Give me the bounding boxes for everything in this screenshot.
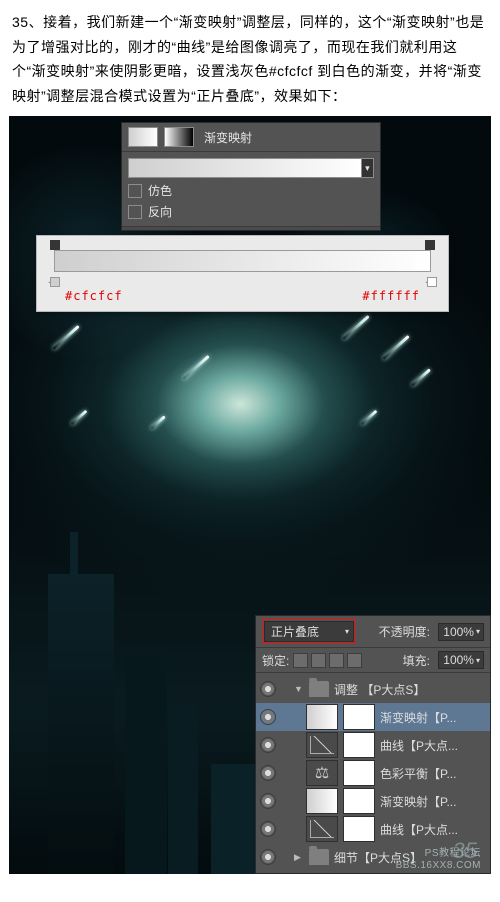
reverse-checkbox[interactable]: 反向 [128,203,374,220]
opacity-value: 100% [443,625,474,639]
gradient-picker-dropdown[interactable]: ▾ [362,158,374,178]
layer-name: 曲线【P大点... [380,821,486,838]
tutorial-step-text: 35、接着，我们新建一个“渐变映射”调整层，同样的，这个“渐变映射”也是为了增强… [0,0,500,116]
layer-row[interactable]: 渐变映射【P... [256,703,490,731]
layer-name: 渐变映射【P... [380,709,486,726]
layer-mask-thumb[interactable] [343,788,375,814]
visibility-eye-icon[interactable] [260,793,276,809]
layer-mask-thumb[interactable] [343,704,375,730]
right-hex-label: #ffffff [362,289,420,303]
chevron-down-icon: ▾ [476,627,480,636]
blend-mode-value: 正片叠底 [271,623,319,640]
layer-thumb [306,788,338,814]
layer-thumb [306,704,338,730]
layer-row[interactable]: ⚖ 色彩平衡【P... [256,759,490,787]
layer-group-row[interactable]: ▼ 调整 【P大点S】 [256,675,490,703]
visibility-eye-icon[interactable] [260,681,276,697]
lock-label: 锁定: [262,652,289,669]
visibility-eye-icon[interactable] [260,849,276,865]
opacity-stop-right[interactable] [425,240,435,250]
layer-mask-thumb[interactable] [343,816,375,842]
opacity-label: 不透明度: [379,623,430,640]
layers-panel: 正片叠底 ▾ 不透明度: 100% ▾ 锁定: 填充: [255,615,491,874]
visibility-eye-icon[interactable] [260,709,276,725]
fill-input[interactable]: 100% ▾ [438,651,484,669]
reverse-label: 反向 [148,203,172,220]
layer-row[interactable]: 渐变映射【P... [256,787,490,815]
layer-row[interactable]: 曲线【P大点... [256,731,490,759]
lock-position-icon[interactable] [329,653,344,668]
visibility-eye-icon[interactable] [260,737,276,753]
folder-icon [309,849,329,865]
folder-icon [309,681,329,697]
gradient-bar[interactable] [54,250,431,272]
blend-mode-select[interactable]: 正片叠底 ▾ [264,621,354,642]
opacity-stop-left[interactable] [50,240,60,250]
layer-mask-thumb[interactable] [343,732,375,758]
layer-name: 曲线【P大点... [380,737,486,754]
disclosure-triangle-icon[interactable]: ▼ [294,684,304,694]
checkbox-icon [128,205,142,219]
visibility-eye-icon[interactable] [260,821,276,837]
fill-label: 填充: [403,652,430,669]
dither-label: 仿色 [148,182,172,199]
layer-mask-thumb[interactable] [343,760,375,786]
opacity-input[interactable]: 100% ▾ [438,623,484,641]
color-stop-right[interactable] [425,272,437,286]
lock-all-icon[interactable] [347,653,362,668]
fill-value: 100% [443,653,474,667]
visibility-eye-icon[interactable] [260,765,276,781]
color-stop-left[interactable] [48,272,60,286]
gradient-preview[interactable] [128,158,362,178]
checkbox-icon [128,184,142,198]
gradient-editor[interactable]: #cfcfcf #ffffff [36,235,449,312]
layer-thumb [306,732,338,758]
left-hex-label: #cfcfcf [65,289,123,303]
gradient-invert-icon [164,127,194,147]
layer-thumb: ⚖ [306,760,338,786]
layer-name: 渐变映射【P... [380,793,486,810]
layer-thumb [306,816,338,842]
disclosure-triangle-icon[interactable]: ▶ [294,852,304,863]
lock-transparency-icon[interactable] [293,653,308,668]
watermark: PS教程论坛 BBS.16XX8.COM [396,848,481,872]
lock-pixels-icon[interactable] [311,653,326,668]
chevron-down-icon: ▾ [476,656,480,665]
gradient-map-title: 渐变映射 [204,129,252,146]
dither-checkbox[interactable]: 仿色 [128,182,374,199]
gradient-map-panel: 渐变映射 ▾ 仿色 反向 [121,122,381,231]
chevron-down-icon: ▾ [345,627,349,636]
gradient-map-thumb-icon [128,127,158,147]
preview-canvas: 渐变映射 ▾ 仿色 反向 [9,116,491,874]
layer-name: 色彩平衡【P... [380,765,486,782]
layer-name: 调整 【P大点S】 [334,681,486,698]
